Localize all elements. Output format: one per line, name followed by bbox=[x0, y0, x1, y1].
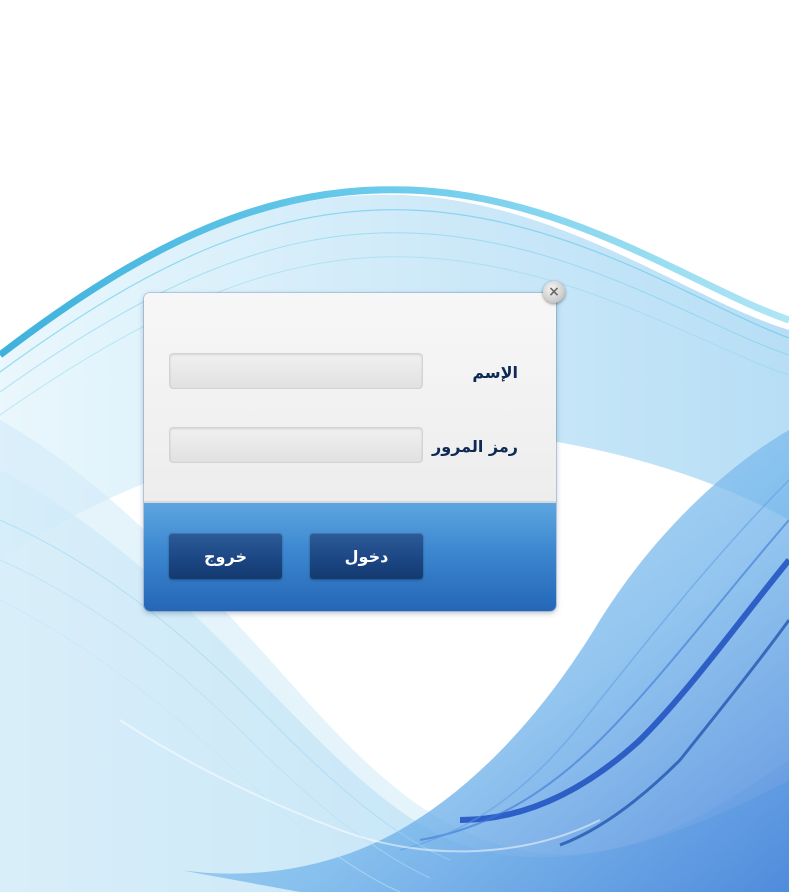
username-label: الإسم bbox=[472, 363, 518, 382]
dialog-form-area: الإسم رمز المرور bbox=[144, 293, 556, 501]
close-icon[interactable]: × bbox=[543, 281, 565, 303]
login-screen: الإسم رمز المرور دخول خروج × bbox=[0, 0, 789, 892]
login-button[interactable]: دخول bbox=[310, 533, 423, 579]
login-dialog: الإسم رمز المرور دخول خروج bbox=[144, 293, 556, 611]
password-label: رمز المرور bbox=[432, 437, 518, 456]
exit-button[interactable]: خروج bbox=[169, 533, 282, 579]
username-input[interactable] bbox=[169, 353, 423, 389]
password-input[interactable] bbox=[169, 427, 423, 463]
